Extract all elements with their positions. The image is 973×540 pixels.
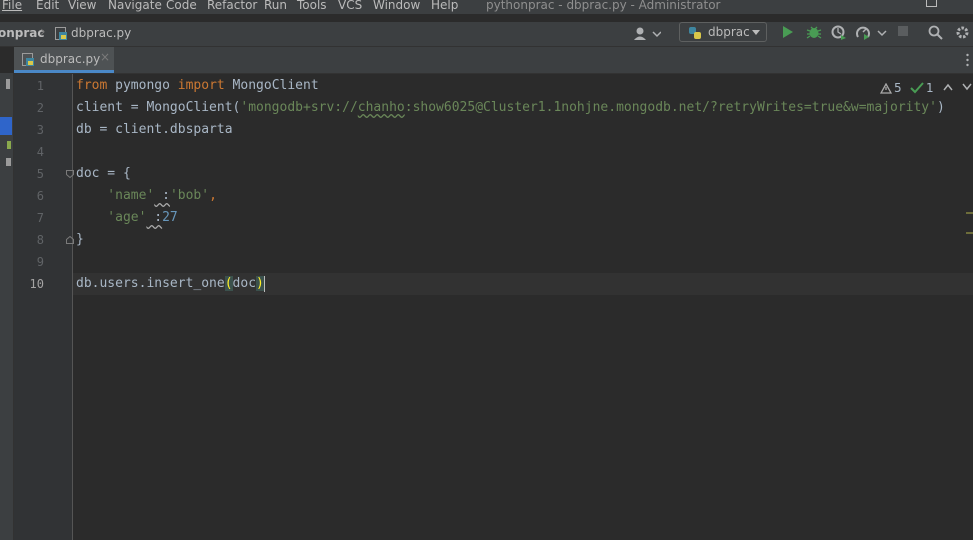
breadcrumb-project[interactable]: onprac — [0, 26, 45, 40]
window-title: pythonprac - dbprac.py - Administrator — [486, 0, 721, 12]
favorites-tool-icon[interactable] — [6, 158, 11, 166]
chevron-up-icon[interactable] — [943, 83, 953, 91]
menu-navigate[interactable]: Navigate — [108, 0, 162, 12]
editor-tab-bar: dbprac.py × — [14, 47, 973, 74]
selected-tool-icon[interactable] — [0, 117, 12, 135]
menu-bar: File Edit View Navigate Code Refactor Ru… — [0, 0, 973, 14]
line-number: 1 — [36, 79, 44, 93]
code-line: from pymongo import MongoClient — [76, 78, 319, 93]
search-icon[interactable] — [928, 25, 943, 40]
code-line: } — [76, 232, 84, 247]
code-line-current: db.users.insert_one(doc) — [76, 275, 265, 292]
navigation-bar: onprac › dbprac.py dbprac — [0, 22, 973, 47]
breadcrumb-file[interactable]: dbprac.py — [71, 26, 131, 40]
tab-dbprac[interactable]: dbprac.py × — [14, 47, 114, 73]
menu-vcs[interactable]: VCS — [338, 0, 362, 12]
line-number: 4 — [36, 145, 44, 159]
profile-icon[interactable] — [856, 25, 888, 40]
python-file-icon — [55, 27, 67, 40]
project-tool-icon[interactable] — [6, 79, 10, 89]
run-configuration-label: dbprac — [708, 25, 750, 39]
error-stripe[interactable] — [966, 74, 973, 540]
coverage-icon[interactable] — [831, 25, 847, 40]
warning-marker[interactable] — [966, 232, 973, 234]
line-number: 8 — [36, 233, 44, 247]
python-icon — [689, 27, 701, 39]
run-configuration-select[interactable]: dbprac — [679, 22, 767, 42]
menu-window[interactable]: Window — [373, 0, 420, 12]
python-file-icon — [22, 53, 34, 66]
line-number-current: 10 — [29, 277, 44, 291]
code-editor[interactable]: from pymongo import MongoClient client =… — [73, 74, 973, 540]
menu-edit[interactable]: Edit — [36, 0, 59, 12]
menu-run[interactable]: Run — [264, 0, 287, 12]
warning-icon — [880, 83, 892, 94]
ok-count: 1 — [926, 81, 934, 95]
breadcrumb-separator-icon: › — [40, 24, 46, 40]
code-line: client = MongoClient('mongodb+srv://chan… — [76, 100, 945, 115]
line-number: 3 — [36, 123, 44, 137]
warning-marker[interactable] — [966, 212, 973, 214]
close-icon[interactable]: × — [100, 50, 110, 64]
line-number: 7 — [36, 211, 44, 225]
code-line: 'name' :'bob', — [76, 188, 217, 203]
menu-file[interactable]: File — [2, 0, 22, 12]
menu-help[interactable]: Help — [431, 0, 458, 12]
menu-view[interactable]: View — [68, 0, 96, 12]
more-options-icon[interactable] — [966, 53, 969, 67]
debug-icon[interactable] — [806, 25, 822, 40]
code-line: doc = { — [76, 166, 131, 181]
line-number: 6 — [36, 189, 44, 203]
user-icon[interactable] — [633, 27, 661, 41]
stop-icon[interactable] — [897, 25, 909, 37]
code-line: 'age' :27 — [76, 210, 178, 225]
line-number: 5 — [36, 167, 44, 181]
gear-icon[interactable] — [955, 25, 970, 40]
line-number: 9 — [36, 255, 44, 269]
maximize-icon[interactable] — [926, 0, 937, 7]
line-number-gutter: 1 2 3 4 5 6 7 8 9 10 — [14, 74, 74, 540]
run-icon[interactable] — [781, 25, 795, 39]
menu-refactor[interactable]: Refactor — [207, 0, 257, 12]
left-tool-strip — [0, 73, 14, 540]
warnings-count: 5 — [894, 81, 902, 95]
checkmark-icon — [910, 82, 924, 94]
structure-tool-icon[interactable] — [7, 141, 11, 149]
code-line: db = client.dbsparta — [76, 122, 233, 137]
text-caret — [263, 275, 265, 292]
menu-code[interactable]: Code — [166, 0, 197, 12]
menu-tools[interactable]: Tools — [297, 0, 327, 12]
line-number: 2 — [36, 101, 44, 115]
chevron-down-icon — [752, 30, 760, 35]
tab-label: dbprac.py — [40, 52, 101, 66]
